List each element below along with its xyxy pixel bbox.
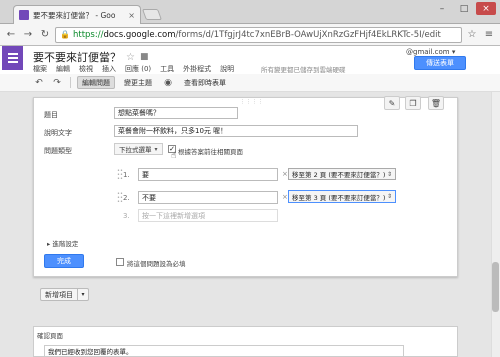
advanced-settings-toggle[interactable]: ▸ 進階設定: [47, 238, 78, 248]
option-input[interactable]: 要: [138, 168, 278, 181]
help-text-label: 說明文字: [44, 129, 72, 137]
page-navigation-label[interactable]: 根據答案前往相關頁面: [178, 146, 243, 156]
menu-help[interactable]: 說明: [220, 64, 234, 74]
send-form-button[interactable]: 傳送表單: [414, 56, 466, 70]
star-icon[interactable]: ☆: [126, 52, 135, 63]
chevron-down-icon[interactable]: ▾: [78, 289, 88, 300]
url-text: https://docs.google.com/forms/d/1TfgjrJ4…: [72, 29, 441, 40]
change-theme-button[interactable]: 變更主題: [119, 76, 157, 89]
minimize-button[interactable]: –: [432, 2, 452, 15]
menu-view[interactable]: 檢視: [79, 64, 93, 74]
undo-icon[interactable]: ↶: [32, 77, 46, 89]
menu-insert[interactable]: 插入: [102, 64, 116, 74]
menu-addons[interactable]: 外掛程式: [183, 64, 211, 74]
save-status: 所有變更都已儲存到雲端硬碟: [261, 66, 346, 74]
back-arrow-icon[interactable]: ←: [4, 28, 18, 42]
go-to-page-value: 移至第 2 頁 (要不要來訂便當？): [292, 171, 386, 179]
option-number: 3.: [123, 212, 130, 220]
close-window-button[interactable]: ×: [476, 2, 496, 15]
lock-icon: 🔒: [60, 30, 70, 39]
redo-icon[interactable]: ↷: [50, 77, 64, 89]
window-controls: – □ ×: [418, 2, 496, 15]
tab-close-icon[interactable]: ×: [128, 11, 135, 20]
trash-icon[interactable]: 🗑: [428, 96, 444, 110]
go-to-page-value: 移至第 3 頁 (要不要來訂便當？): [292, 193, 386, 202]
question-type-label: 問題類型: [44, 147, 72, 155]
toolbar-divider: [70, 77, 71, 88]
document-title-text[interactable]: 要不要來訂便當？: [33, 49, 121, 65]
done-button[interactable]: 完成: [44, 254, 84, 268]
duplicate-icon[interactable]: ❐: [405, 96, 421, 110]
remove-option-icon[interactable]: ×: [282, 170, 288, 178]
help-text-input[interactable]: 菜餐會附一杯飲料，只多10元 喔！: [114, 125, 358, 137]
go-to-page-select[interactable]: 移至第 3 頁 (要不要來訂便當？) ⇕: [288, 190, 396, 203]
chevron-down-icon: ▾: [154, 145, 158, 153]
menu-tools[interactable]: 工具: [160, 64, 174, 74]
view-live-form-button[interactable]: 查看即時表單: [179, 76, 231, 89]
document-title: 要不要來訂便當？ ☆ ■: [33, 49, 148, 65]
updown-arrow-icon: ⇕: [386, 170, 392, 178]
question-title-input[interactable]: 想點菜餐嗎？: [114, 107, 238, 119]
required-label[interactable]: 將這個問題設為必填: [127, 258, 186, 268]
confirmation-message-input[interactable]: 我們已經收到您回覆的表單。: [44, 345, 404, 357]
confirmation-page-title: 確認頁面: [37, 332, 63, 340]
option-drag-handle[interactable]: •• •• ••: [117, 192, 123, 205]
account-label[interactable]: @gmail.com ▾: [406, 48, 455, 56]
question-editor-card: [33, 97, 458, 277]
option-number: 1.: [123, 171, 130, 179]
go-to-page-select[interactable]: 移至第 2 頁 (要不要來訂便當？) ⇕: [288, 168, 396, 180]
forms-logo-icon[interactable]: [2, 46, 23, 70]
hand-cursor-icon: ☝: [171, 151, 177, 161]
forms-favicon-icon: [19, 10, 29, 20]
option-drag-handle[interactable]: •• •• ••: [117, 169, 123, 182]
updown-arrow-icon: ⇕: [386, 193, 392, 200]
question-type-select[interactable]: 下拉式選單 ▾: [114, 143, 163, 155]
menu-responses[interactable]: 回應 (0): [125, 64, 151, 74]
menu-edit[interactable]: 編輯: [56, 64, 70, 74]
menu-file[interactable]: 檔案: [33, 64, 47, 74]
add-option-input[interactable]: 按一下這裡新增選項: [138, 209, 278, 222]
bookmark-star-icon[interactable]: ☆: [465, 28, 479, 42]
tab-title: 要不要來訂便當？ - Goo: [33, 10, 116, 20]
browser-tab[interactable]: 要不要來訂便當？ - Goo ×: [13, 5, 141, 24]
menu-icon[interactable]: ≡: [482, 28, 496, 42]
option-input[interactable]: 不要: [138, 191, 278, 204]
question-type-value: 下拉式選單: [119, 146, 152, 154]
scrollbar-track[interactable]: [491, 92, 500, 357]
menu-bar: 檔案 編輯 檢視 插入 回應 (0) 工具 外掛程式 說明: [33, 64, 234, 74]
reload-icon[interactable]: ↻: [38, 28, 52, 42]
address-bar[interactable]: 🔒 https://docs.google.com/forms/d/1Tfgjr…: [55, 26, 462, 43]
maximize-button[interactable]: □: [454, 2, 474, 15]
question-title-label: 題目: [44, 111, 58, 119]
add-item-label[interactable]: 新增項目: [41, 289, 78, 300]
drag-handle[interactable]: ⋮⋮⋮⋮: [240, 99, 264, 105]
eye-icon: ◉: [164, 77, 172, 88]
toolbar: ↶ ↷ 編輯問題 變更主題 ◉ 查看即時表單: [0, 74, 500, 92]
scrollbar-thumb[interactable]: [492, 262, 499, 312]
edit-questions-button[interactable]: 編輯問題: [77, 76, 115, 89]
browser-nav-bar: ← → ↻ 🔒 https://docs.google.com/forms/d/…: [0, 24, 500, 46]
profile-label[interactable]: [418, 4, 426, 13]
option-number: 2.: [123, 194, 130, 202]
add-item-button[interactable]: 新增項目 ▾: [40, 288, 89, 301]
remove-option-icon[interactable]: ×: [282, 193, 288, 201]
edit-pencil-icon[interactable]: ✎: [384, 96, 400, 110]
required-checkbox[interactable]: [116, 258, 124, 266]
folder-icon[interactable]: ■: [140, 52, 149, 62]
forward-arrow-icon[interactable]: →: [21, 28, 35, 42]
